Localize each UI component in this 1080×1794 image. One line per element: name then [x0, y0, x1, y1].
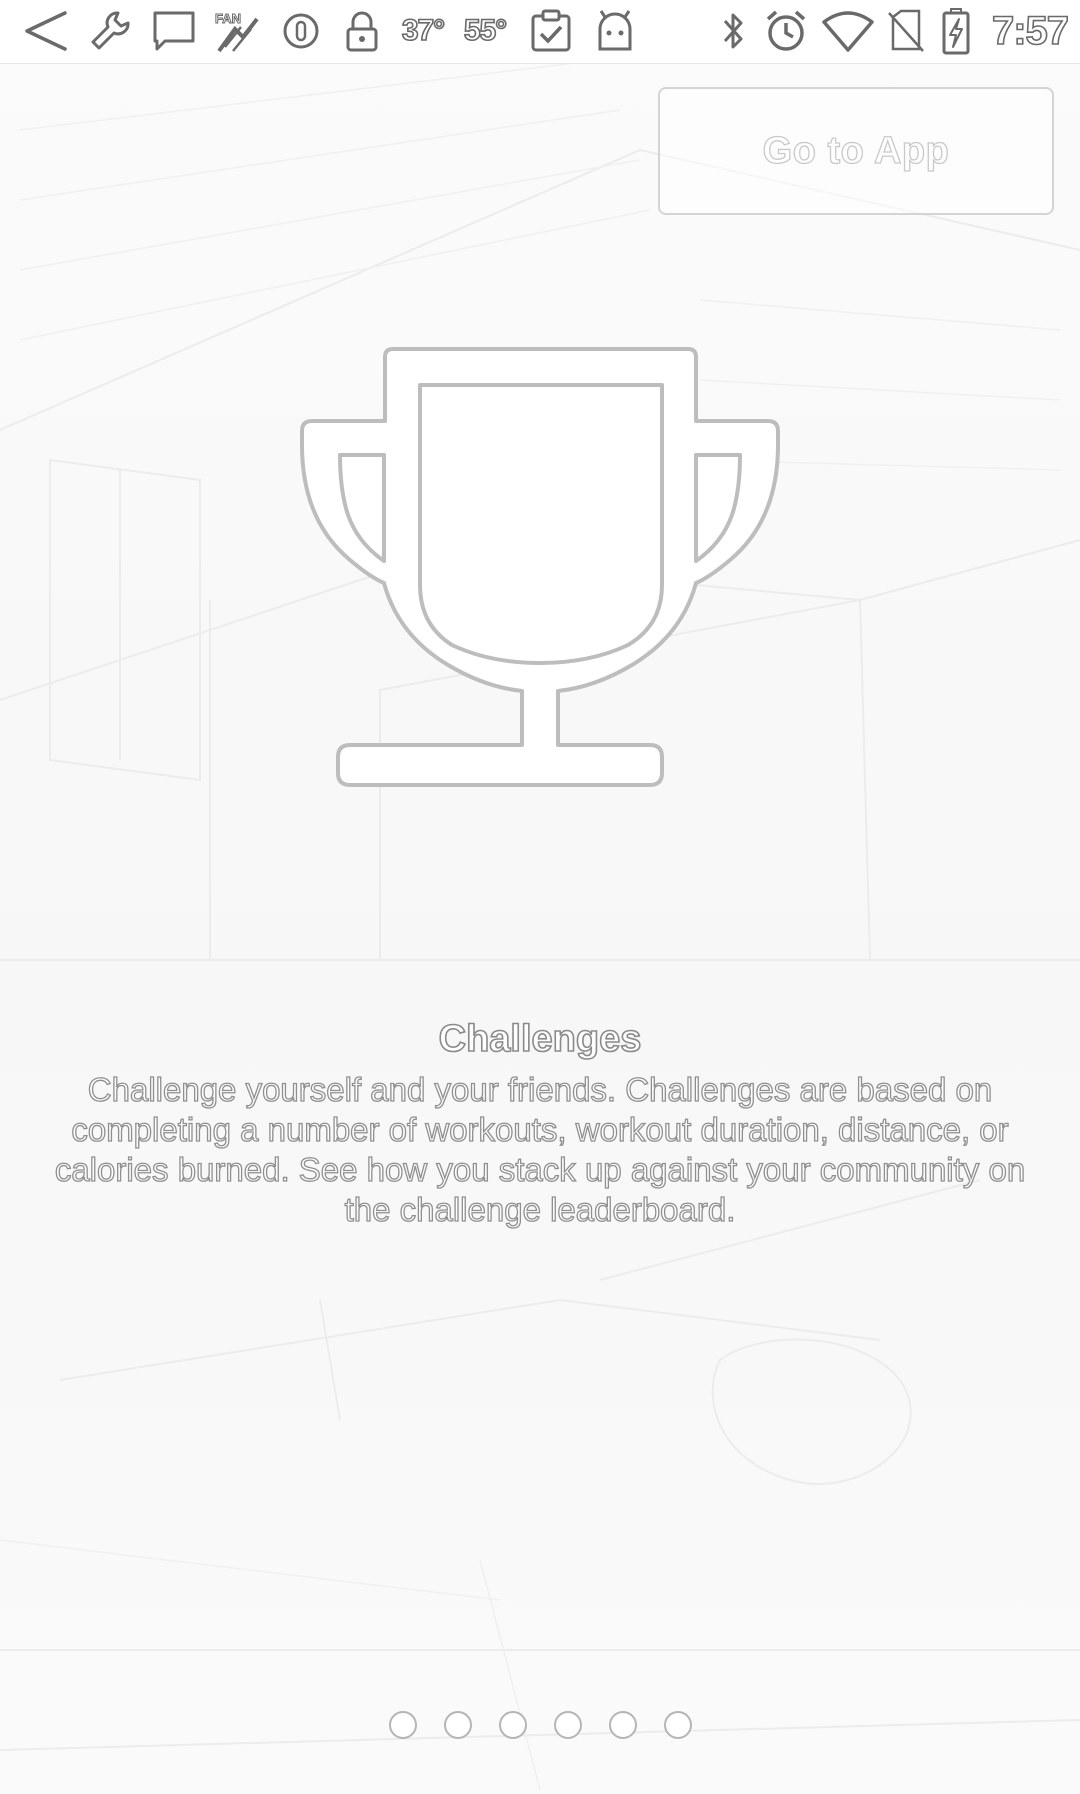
- page-dot-4[interactable]: [553, 1711, 582, 1739]
- clipboard-check-icon: [526, 6, 576, 56]
- trophy-icon: [300, 347, 780, 787]
- slide-title: Challenges: [438, 1017, 642, 1061]
- temperature-2: 55°: [463, 13, 508, 48]
- temperature-1: 37°: [401, 13, 446, 48]
- lock-icon: [340, 6, 384, 56]
- wifi-icon: [820, 6, 876, 56]
- wrench-icon: [84, 6, 136, 56]
- page-indicator: [0, 1711, 1080, 1739]
- go-to-app-button[interactable]: Go to App: [658, 87, 1054, 215]
- battery-charging-icon: [938, 6, 974, 56]
- page-dot-2[interactable]: [443, 1711, 472, 1739]
- page-dot-5[interactable]: [608, 1711, 637, 1739]
- svg-text:FAN: FAN: [215, 11, 241, 26]
- alarm-icon: [762, 6, 810, 56]
- bluetooth-icon: [716, 6, 752, 56]
- page-dot-3[interactable]: [498, 1711, 527, 1739]
- status-bar: FAN 37° 55° 7:57: [0, 0, 1080, 64]
- page-dot-6[interactable]: [663, 1711, 692, 1739]
- circle-icon: [278, 6, 324, 56]
- background-image: [0, 59, 1080, 1791]
- slide-description: Challenge yourself and your friends. Cha…: [54, 1070, 1026, 1228]
- page-dot-1[interactable]: [388, 1711, 417, 1739]
- go-to-app-label: Go to App: [762, 129, 950, 172]
- back-arrow-icon[interactable]: [18, 6, 72, 56]
- clock-time: 7:57: [991, 8, 1070, 54]
- onboarding-screen: FAN 37° 55° 7:57 Go to App Challenges Ch…: [0, 0, 1080, 1794]
- android-icon: [590, 6, 640, 56]
- no-sim-icon: [884, 6, 928, 56]
- message-icon: [148, 6, 200, 56]
- fantasy-icon: FAN: [210, 6, 266, 56]
